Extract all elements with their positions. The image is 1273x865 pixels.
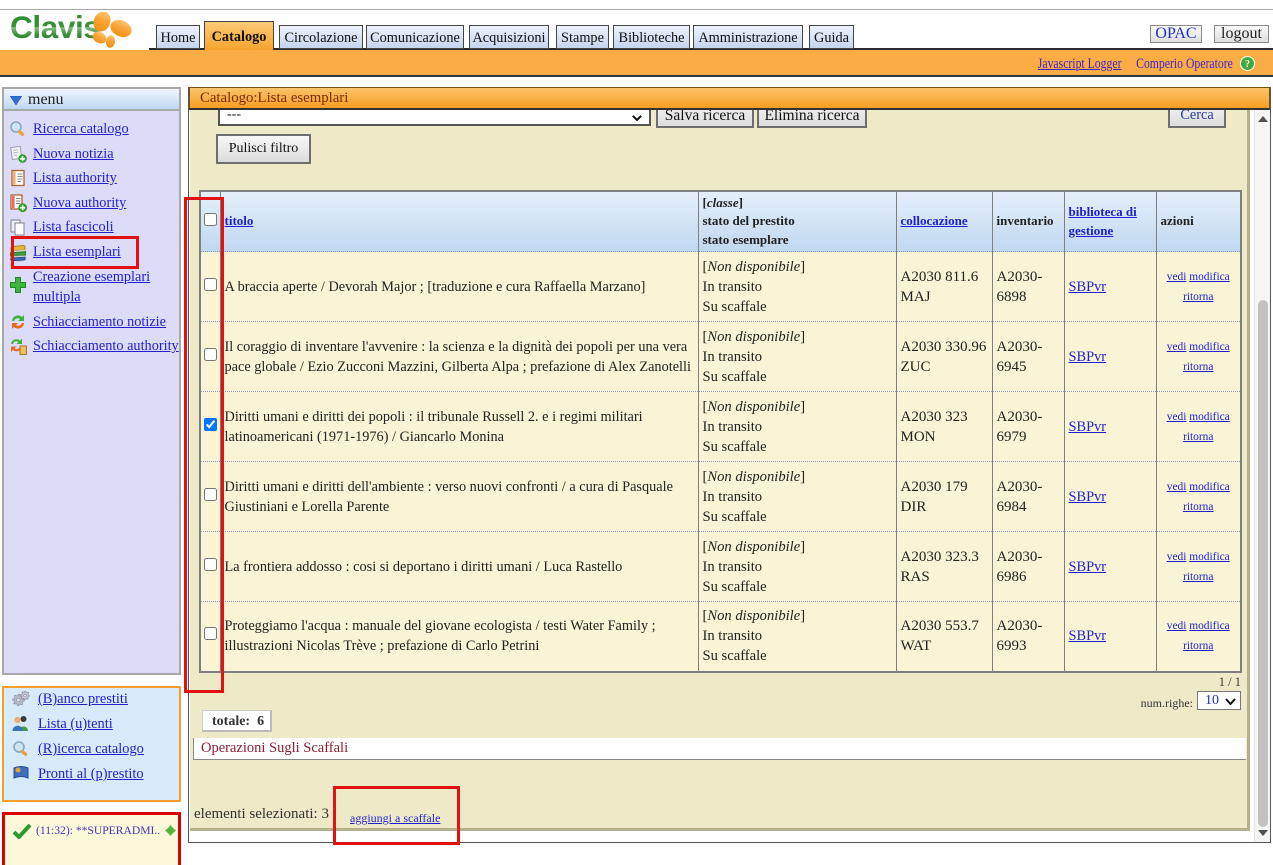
svg-text:Clavis: Clavis xyxy=(10,12,100,45)
svg-text:?: ? xyxy=(1245,59,1250,70)
